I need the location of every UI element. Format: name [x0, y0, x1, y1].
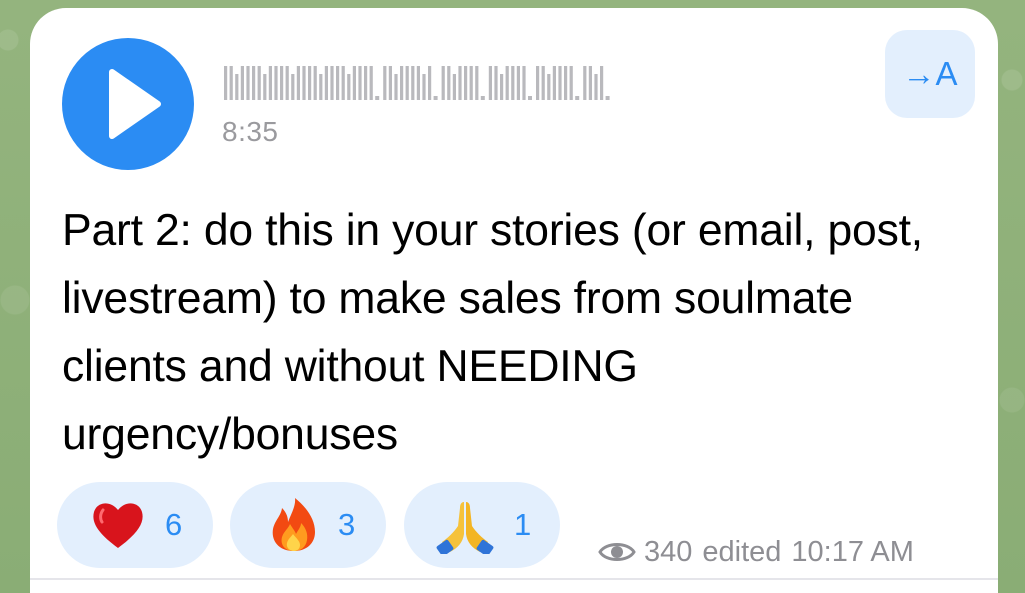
waveform-bar [475, 66, 479, 100]
reaction-fire[interactable]: 3 [230, 482, 386, 568]
waveform-bar [558, 66, 562, 100]
waveform-bar [441, 66, 445, 100]
waveform-bar [280, 66, 284, 100]
waveform-dot [528, 96, 532, 100]
waveform-bar [428, 66, 432, 100]
folded-hands-icon [436, 502, 494, 554]
reaction-folded-hands[interactable]: 1 [404, 482, 560, 568]
divider [30, 578, 998, 580]
fire-icon [272, 498, 315, 551]
waveform-dot [433, 96, 438, 100]
waveform-bar [536, 66, 540, 100]
waveform-bar [268, 66, 272, 100]
waveform-bar [600, 66, 604, 100]
edited-label: edited [702, 535, 782, 568]
message-caption: Part 2: do this in your stories (or emai… [62, 206, 923, 459]
waveform-bar [394, 74, 398, 100]
waveform-bar [564, 66, 568, 100]
waveform-bar [246, 66, 250, 100]
waveform-bar [235, 74, 239, 100]
waveform-bar [547, 74, 551, 100]
waveform-bar [400, 66, 404, 100]
waveform-bar [452, 74, 456, 100]
waveform-bar [313, 66, 317, 100]
waveform-bar [541, 66, 545, 100]
waveform-bar [229, 66, 233, 100]
waveform-bar [224, 66, 228, 100]
waveform-bar [511, 66, 515, 100]
waveform-bar [291, 74, 295, 100]
voice-waveform[interactable] [222, 60, 862, 104]
waveform-bar [364, 66, 368, 100]
waveform-bar [341, 66, 345, 100]
play-button[interactable] [62, 38, 194, 170]
view-count: 340 [644, 535, 693, 568]
waveform-bar [588, 66, 592, 100]
waveform-bar [240, 66, 244, 100]
reaction-count: 3 [338, 507, 356, 542]
waveform-dot [575, 96, 580, 100]
waveform-bar [405, 66, 409, 100]
voice-duration: 8:35 [222, 116, 279, 147]
waveform-bar [369, 66, 373, 100]
waveform-dot [480, 96, 485, 100]
waveform-bar [285, 66, 289, 100]
waveform-bar [422, 74, 426, 100]
waveform-bar [347, 74, 351, 100]
waveform-bar [594, 74, 598, 100]
waveform-bar [319, 74, 323, 100]
waveform-bar [469, 66, 473, 100]
waveform-bar [500, 74, 504, 100]
message-time: 10:17 AM [791, 535, 914, 568]
waveform-bar [569, 66, 573, 100]
waveform-bar [583, 66, 587, 100]
waveform-bar [522, 66, 526, 100]
waveform-bar [383, 66, 387, 100]
waveform-bar [488, 66, 492, 100]
reaction-heart[interactable]: 6 [57, 482, 213, 568]
waveform-bar [464, 66, 468, 100]
translate-button[interactable]: →A [885, 30, 975, 118]
waveform-bar [494, 66, 498, 100]
waveform-bar [516, 66, 520, 100]
reaction-count: 6 [165, 507, 183, 542]
waveform-dot [375, 96, 380, 100]
waveform-bar [296, 66, 300, 100]
waveform-bar [388, 66, 392, 100]
waveform-bar [416, 66, 420, 100]
waveform-bar [263, 74, 267, 100]
waveform-bar [330, 66, 334, 100]
waveform-bar [302, 66, 306, 100]
message-meta: 340 edited 10:17 AM [598, 532, 914, 572]
waveform-bar [447, 66, 451, 100]
waveform-bar [458, 66, 462, 100]
waveform-bar [505, 66, 509, 100]
waveform-bar [411, 66, 415, 100]
waveform-bar [336, 66, 340, 100]
waveform-bar [552, 66, 556, 100]
waveform-bar [352, 66, 356, 100]
waveform-bar [358, 66, 362, 100]
waveform-bar [324, 66, 328, 100]
waveform-bar [274, 66, 278, 100]
waveform-bar [257, 66, 261, 100]
waveform-bar [308, 66, 312, 100]
waveform-dot [605, 96, 610, 100]
heart-icon [93, 503, 143, 548]
play-icon [109, 69, 161, 139]
reaction-count: 1 [514, 507, 532, 542]
waveform-bar [252, 66, 256, 100]
eye-icon [598, 543, 636, 561]
